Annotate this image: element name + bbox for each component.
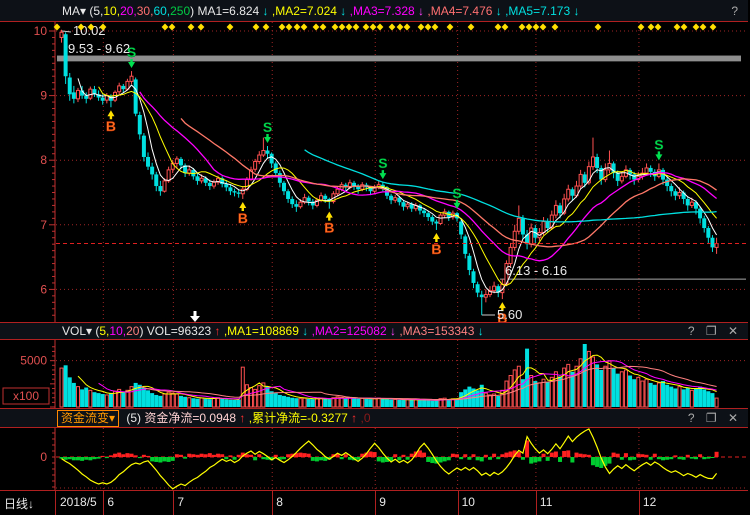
header-text-part: ,累计净流=-0.3277 (245, 411, 347, 425)
month-label: 2018/5 (60, 495, 97, 509)
volume-panel[interactable]: 5000 x100 (0, 340, 750, 408)
ma-dropdown[interactable]: MA▾ (62, 4, 89, 18)
price-axis: 10 9 8 7 6 (34, 22, 55, 322)
header-text-part: 250 (170, 4, 190, 18)
header-text-part: ↓ (474, 324, 483, 338)
volume-values[interactable]: VOL▾ (5,10,20) VOL=96323 ↑ ,MA1=108869 ↓… (62, 324, 484, 338)
header-text-part: ,MA5=7.173 (502, 4, 570, 18)
volume-axis: 5000 x100 (3, 340, 55, 408)
moneyflow-indicator-header: 资金流变▾ (5) 资金净流=0.0948 ↑ ,累计净流=-0.3277 ↑ … (0, 408, 748, 428)
svg-text:10.02: 10.02 (73, 23, 106, 38)
flow-bars-layer (60, 441, 719, 469)
svg-text:B: B (238, 210, 248, 226)
gap-zone-band (57, 56, 741, 62)
svg-text:9.53 - 9.62: 9.53 - 9.62 (68, 41, 130, 56)
panel-window-icons[interactable]: ? ❐ ✕ (688, 409, 742, 428)
header-text-part: 5, (99, 324, 109, 338)
svg-text:6: 6 (40, 282, 47, 296)
header-text-part: ↓ (415, 4, 424, 18)
candles-layer (60, 30, 718, 316)
svg-text:8: 8 (40, 153, 47, 167)
panel-window-icons[interactable]: ? ❐ ✕ (688, 323, 742, 340)
svg-text:S: S (378, 155, 387, 171)
month-label: 12 (643, 495, 656, 509)
event-diamond-markers[interactable] (54, 24, 717, 31)
header-text-part: ↓ (387, 324, 396, 338)
svg-text:0: 0 (40, 450, 47, 464)
svg-text:5000: 5000 (20, 354, 47, 368)
header-text-part: ,0 (357, 411, 370, 425)
month-gridline-tick (458, 491, 459, 515)
month-label: 6 (107, 495, 114, 509)
svg-text:x100: x100 (13, 389, 39, 403)
header-text-part: ↓ (570, 4, 579, 18)
scroll-position-arrow[interactable] (190, 311, 200, 322)
svg-text:B: B (324, 220, 334, 236)
header-text-part: ) (190, 4, 197, 18)
ma-values: (5,10,20,30,60,250) MA1=6.824 ↓ ,MA2=7.0… (89, 4, 579, 18)
ma-indicator-header: MA▾ (5,10,20,30,60,250) MA1=6.824 ↓ ,MA2… (0, 0, 748, 22)
header-text-part: 20, (120, 4, 137, 18)
month-label: 9 (379, 495, 386, 509)
month-label: 7 (177, 495, 184, 509)
svg-text:5.60: 5.60 (497, 307, 522, 322)
header-text-part: VOL▾ (62, 324, 95, 338)
header-text-part: ,MA1=108869 (221, 324, 299, 338)
moneyflow-dropdown[interactable]: 资金流变▾ (57, 410, 119, 427)
header-text-part: ↓ (299, 324, 308, 338)
svg-text:S: S (263, 119, 272, 135)
stock-chart-window: MA▾ (5,10,20,30,60,250) MA1=6.824 ↓ ,MA2… (0, 0, 750, 515)
header-text-part: 60, (153, 4, 170, 18)
header-text-part: ,MA2=125082 (308, 324, 386, 338)
month-gridline-tick (103, 491, 104, 515)
header-text-part: ,MA3=7.328 (346, 4, 414, 18)
header-text-part: 资金净流=0.0948 (144, 411, 236, 425)
header-text-part: ↓ (492, 4, 501, 18)
period-selector[interactable]: 日线↓ (4, 495, 34, 512)
svg-text:6.13 - 6.16: 6.13 - 6.16 (505, 263, 567, 278)
volume-indicator-header: VOL▾ (5,10,20) VOL=96323 ↑ ,MA1=108869 ↓… (0, 322, 748, 340)
month-gridline-tick (272, 491, 273, 515)
month-gridline-tick (639, 491, 640, 515)
month-gridline-tick (173, 491, 174, 515)
svg-text:S: S (452, 185, 461, 201)
header-text-part: MA1=6.824 (198, 4, 260, 18)
month-gridline-tick (536, 491, 537, 515)
header-text-part: 20 (126, 324, 139, 338)
svg-text:9: 9 (40, 89, 47, 103)
header-text-part: ↑ (348, 411, 357, 425)
header-text-part: ,MA2=7.024 (269, 4, 337, 18)
svg-text:B: B (431, 241, 441, 257)
price-annotations: 10.02 9.53 - 9.62 6.13 - 6.16 5.60 (62, 23, 567, 322)
moneyflow-values: (5) 资金净流=0.0948 ↑ ,累计净流=-0.3277 ↑ ,0 (126, 411, 370, 425)
time-axis: 日线↓ 2018/5 6 7 8 9 10 11 12 (0, 490, 748, 515)
axis-line (55, 491, 56, 515)
month-label: 8 (276, 495, 283, 509)
header-text-part: ↑ (211, 324, 220, 338)
header-text-part: (5) (126, 411, 144, 425)
flow-axis: 0 (40, 428, 55, 490)
month-gridline-tick (375, 491, 376, 515)
main-candlestick-chart[interactable]: 109876BSBSBSBSBS10.029.53 - 9.626.13 - 6… (0, 22, 750, 322)
help-icon[interactable]: ? (731, 0, 742, 22)
header-text-part: 30, (137, 4, 154, 18)
header-text-part: 10, (103, 4, 120, 18)
month-label: 10 (462, 495, 475, 509)
svg-text:10: 10 (34, 24, 48, 38)
svg-text:7: 7 (40, 218, 47, 232)
header-text-part: ↓ (259, 4, 268, 18)
header-text-part: ,MA3=153343 (396, 324, 474, 338)
moneyflow-panel[interactable]: 0 (0, 428, 750, 490)
header-text-part: VOL=96323 (147, 324, 211, 338)
header-text-part: (5, (89, 4, 103, 18)
svg-text:B: B (106, 118, 116, 134)
volume-bars-layer (60, 344, 718, 407)
header-text-part: ) (139, 324, 146, 338)
header-text-part: ↓ (337, 4, 346, 18)
header-text-part: ,MA4=7.476 (424, 4, 492, 18)
svg-text:S: S (654, 136, 663, 152)
header-text-part: 10, (109, 324, 126, 338)
month-label: 11 (540, 495, 552, 509)
